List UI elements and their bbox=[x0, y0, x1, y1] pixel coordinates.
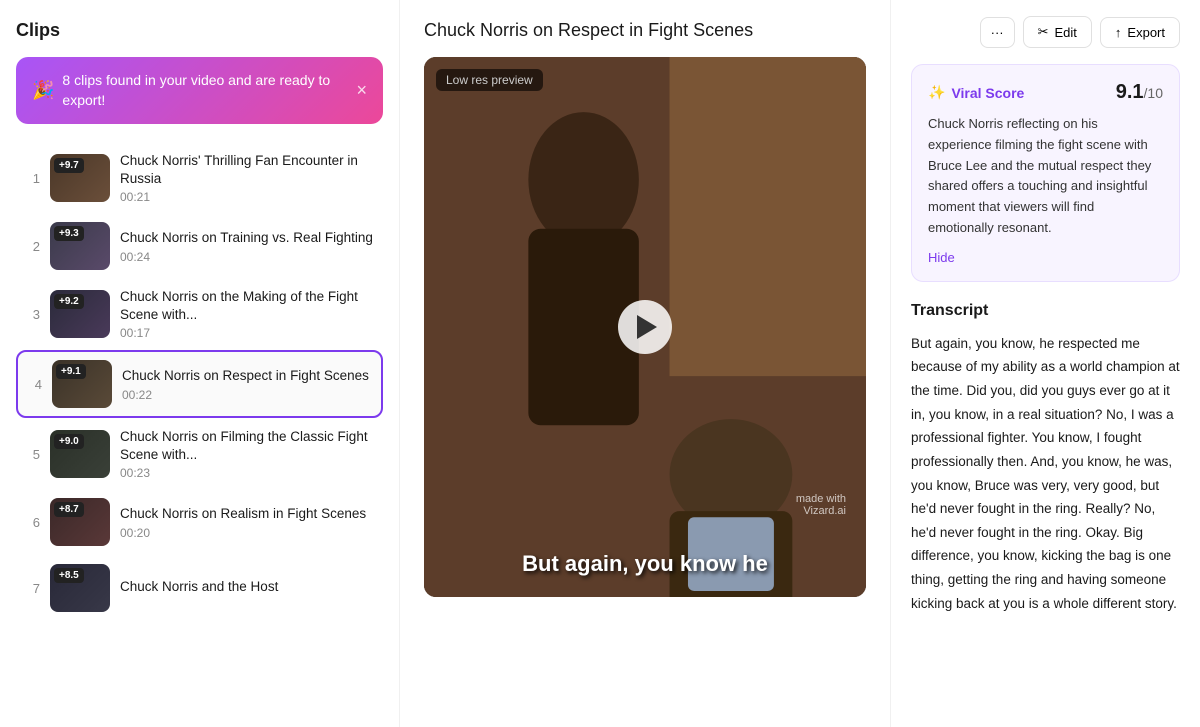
viral-label: ✨ Viral Score bbox=[928, 84, 1024, 101]
low-res-badge: Low res preview bbox=[436, 69, 543, 91]
clip-info: Chuck Norris' Thrilling Fan Encounter in… bbox=[120, 152, 375, 204]
more-options-button[interactable]: ··· bbox=[980, 17, 1015, 48]
clip-number: 4 bbox=[26, 377, 42, 392]
edit-label: Edit bbox=[1055, 25, 1077, 40]
viral-score-value: 9.1/10 bbox=[1116, 81, 1163, 104]
clip-title: Chuck Norris on Realism in Fight Scenes bbox=[120, 505, 375, 523]
clip-duration: 00:24 bbox=[120, 250, 375, 264]
video-container: Low res preview made with Viz bbox=[424, 57, 866, 597]
clip-info: Chuck Norris on Respect in Fight Scenes … bbox=[122, 367, 373, 402]
clip-duration: 00:23 bbox=[120, 466, 375, 480]
clip-info: Chuck Norris and the Host bbox=[120, 578, 375, 599]
notification-text: 8 clips found in your video and are read… bbox=[62, 71, 356, 110]
subtitle-text: But again, you know he bbox=[522, 551, 768, 576]
clip-number: 1 bbox=[24, 171, 40, 186]
transcript-title: Transcript bbox=[911, 302, 1180, 320]
clip-info: Chuck Norris on Training vs. Real Fighti… bbox=[120, 229, 375, 264]
watermark-line1: made with bbox=[796, 493, 846, 505]
party-icon: 🎉 bbox=[32, 80, 54, 101]
clip-title: Chuck Norris' Thrilling Fan Encounter in… bbox=[120, 152, 375, 187]
list-item[interactable]: 5 +9.0 Chuck Norris on Filming the Class… bbox=[16, 420, 383, 488]
clip-thumbnail: +9.7 bbox=[50, 154, 110, 202]
sparkle-icon: ✨ bbox=[928, 84, 945, 101]
subtitle-bar: But again, you know he bbox=[424, 551, 866, 577]
close-icon[interactable]: × bbox=[356, 80, 367, 101]
viral-score-card: ✨ Viral Score 9.1/10 Chuck Norris reflec… bbox=[911, 64, 1180, 282]
clip-thumbnail: +8.5 bbox=[50, 564, 110, 612]
page-title: Clips bbox=[16, 20, 383, 41]
clip-title: Chuck Norris on Training vs. Real Fighti… bbox=[120, 229, 375, 247]
hide-link[interactable]: Hide bbox=[928, 250, 955, 265]
video-title: Chuck Norris on Respect in Fight Scenes bbox=[424, 20, 866, 41]
video-background: made with Vizard.ai bbox=[424, 57, 866, 597]
score-number: 9.1 bbox=[1116, 81, 1144, 103]
clip-duration: 00:22 bbox=[122, 388, 373, 402]
left-panel: Clips 🎉 8 clips found in your video and … bbox=[0, 0, 400, 727]
score-badge: +9.3 bbox=[54, 226, 84, 241]
viral-header: ✨ Viral Score 9.1/10 bbox=[928, 81, 1163, 104]
clip-thumbnail: +9.0 bbox=[50, 430, 110, 478]
clip-number: 5 bbox=[24, 447, 40, 462]
clip-info: Chuck Norris on Realism in Fight Scenes … bbox=[120, 505, 375, 540]
clip-list: 1 +9.7 Chuck Norris' Thrilling Fan Encou… bbox=[16, 144, 383, 620]
score-badge: +9.0 bbox=[54, 434, 84, 449]
clip-number: 6 bbox=[24, 515, 40, 530]
score-badge: +8.7 bbox=[54, 502, 84, 517]
clip-number: 2 bbox=[24, 239, 40, 254]
play-button[interactable] bbox=[618, 300, 672, 354]
play-icon bbox=[637, 315, 657, 339]
edit-button[interactable]: ✂ Edit bbox=[1023, 16, 1092, 48]
viral-description: Chuck Norris reflecting on his experienc… bbox=[928, 114, 1163, 239]
watermark: made with Vizard.ai bbox=[796, 493, 846, 517]
list-item[interactable]: 2 +9.3 Chuck Norris on Training vs. Real… bbox=[16, 214, 383, 278]
score-badge: +8.5 bbox=[54, 568, 84, 583]
clip-duration: 00:17 bbox=[120, 326, 375, 340]
notification-banner: 🎉 8 clips found in your video and are re… bbox=[16, 57, 383, 124]
clip-title: Chuck Norris and the Host bbox=[120, 578, 375, 596]
scissors-icon: ✂ bbox=[1038, 24, 1049, 40]
export-label: Export bbox=[1127, 25, 1165, 40]
clip-duration: 00:21 bbox=[120, 190, 375, 204]
clip-number: 7 bbox=[24, 581, 40, 596]
clip-title: Chuck Norris on Filming the Classic Figh… bbox=[120, 428, 375, 463]
clip-thumbnail: +9.1 bbox=[52, 360, 112, 408]
list-item[interactable]: 4 +9.1 Chuck Norris on Respect in Fight … bbox=[16, 350, 383, 418]
export-button[interactable]: ↑ Export bbox=[1100, 17, 1180, 48]
clip-title: Chuck Norris on Respect in Fight Scenes bbox=[122, 367, 373, 385]
list-item[interactable]: 7 +8.5 Chuck Norris and the Host bbox=[16, 556, 383, 620]
right-panel: ··· ✂ Edit ↑ Export ✨ Viral Score 9.1/10… bbox=[890, 0, 1200, 727]
clip-title: Chuck Norris on the Making of the Fight … bbox=[120, 288, 375, 323]
clip-duration: 00:20 bbox=[120, 526, 375, 540]
clip-thumbnail: +8.7 bbox=[50, 498, 110, 546]
list-item[interactable]: 6 +8.7 Chuck Norris on Realism in Fight … bbox=[16, 490, 383, 554]
clip-thumbnail: +9.3 bbox=[50, 222, 110, 270]
list-item[interactable]: 1 +9.7 Chuck Norris' Thrilling Fan Encou… bbox=[16, 144, 383, 212]
toolbar: ··· ✂ Edit ↑ Export bbox=[911, 16, 1180, 48]
list-item[interactable]: 3 +9.2 Chuck Norris on the Making of the… bbox=[16, 280, 383, 348]
score-denominator: /10 bbox=[1144, 85, 1163, 101]
export-icon: ↑ bbox=[1115, 25, 1122, 40]
middle-panel: Chuck Norris on Respect in Fight Scenes … bbox=[400, 0, 890, 727]
viral-label-text: Viral Score bbox=[951, 85, 1024, 101]
clip-info: Chuck Norris on the Making of the Fight … bbox=[120, 288, 375, 340]
score-badge: +9.7 bbox=[54, 158, 84, 173]
transcript-text: But again, you know, he respected me bec… bbox=[911, 332, 1180, 616]
score-badge: +9.2 bbox=[54, 294, 84, 309]
watermark-line2: Vizard.ai bbox=[796, 505, 846, 517]
clip-info: Chuck Norris on Filming the Classic Figh… bbox=[120, 428, 375, 480]
clip-thumbnail: +9.2 bbox=[50, 290, 110, 338]
clip-number: 3 bbox=[24, 307, 40, 322]
score-badge: +9.1 bbox=[56, 364, 86, 379]
